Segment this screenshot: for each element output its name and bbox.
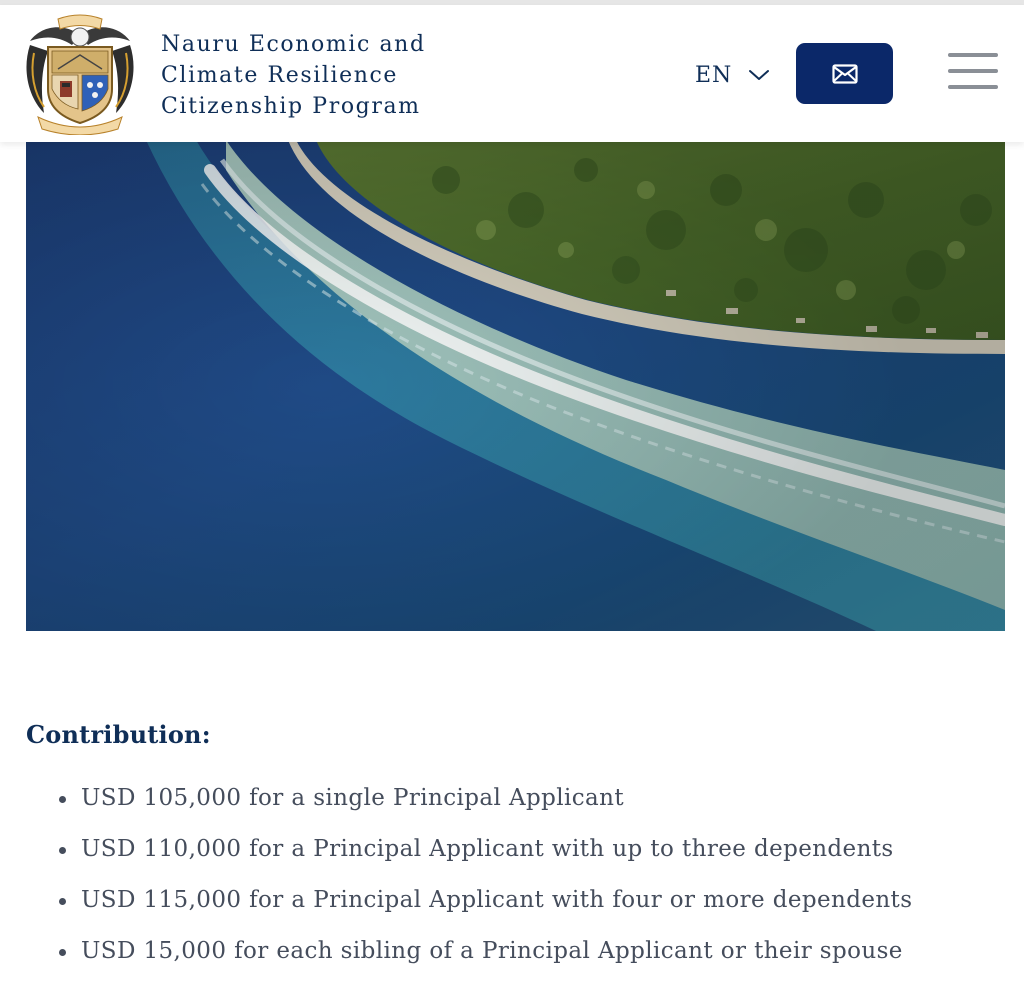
program-title-line-3: Citizenship Program (161, 94, 421, 119)
language-selector[interactable]: EN (695, 60, 770, 90)
list-item: USD 115,000 for a Principal Applicant wi… (26, 885, 986, 936)
program-title[interactable]: Nauru Economic and Climate Resilience Ci… (161, 29, 461, 122)
hamburger-menu-icon[interactable] (948, 53, 1000, 93)
contribution-list: USD 105,000 for a single Principal Appli… (26, 783, 986, 987)
program-title-line-1: Nauru Economic and (161, 32, 426, 57)
envelope-icon (831, 63, 858, 84)
site-header: Nauru Economic and Climate Resilience Ci… (0, 5, 1024, 142)
contribution-section: Contribution: USD 105,000 for a single P… (26, 720, 986, 987)
list-item: USD 105,000 for a single Principal Appli… (26, 783, 986, 834)
program-title-line-2: Climate Resilience (161, 63, 399, 88)
chevron-down-icon (749, 70, 770, 80)
list-item: USD 110,000 for a Principal Applicant wi… (26, 834, 986, 885)
nauru-coat-of-arms-logo[interactable] (24, 13, 136, 135)
language-selected-label: EN (695, 62, 733, 88)
hero-coastline-image (26, 140, 1005, 631)
list-item: USD 15,000 for each sibling of a Princip… (26, 936, 986, 987)
contact-mail-button[interactable] (796, 43, 893, 104)
contribution-heading: Contribution: (26, 720, 211, 749)
